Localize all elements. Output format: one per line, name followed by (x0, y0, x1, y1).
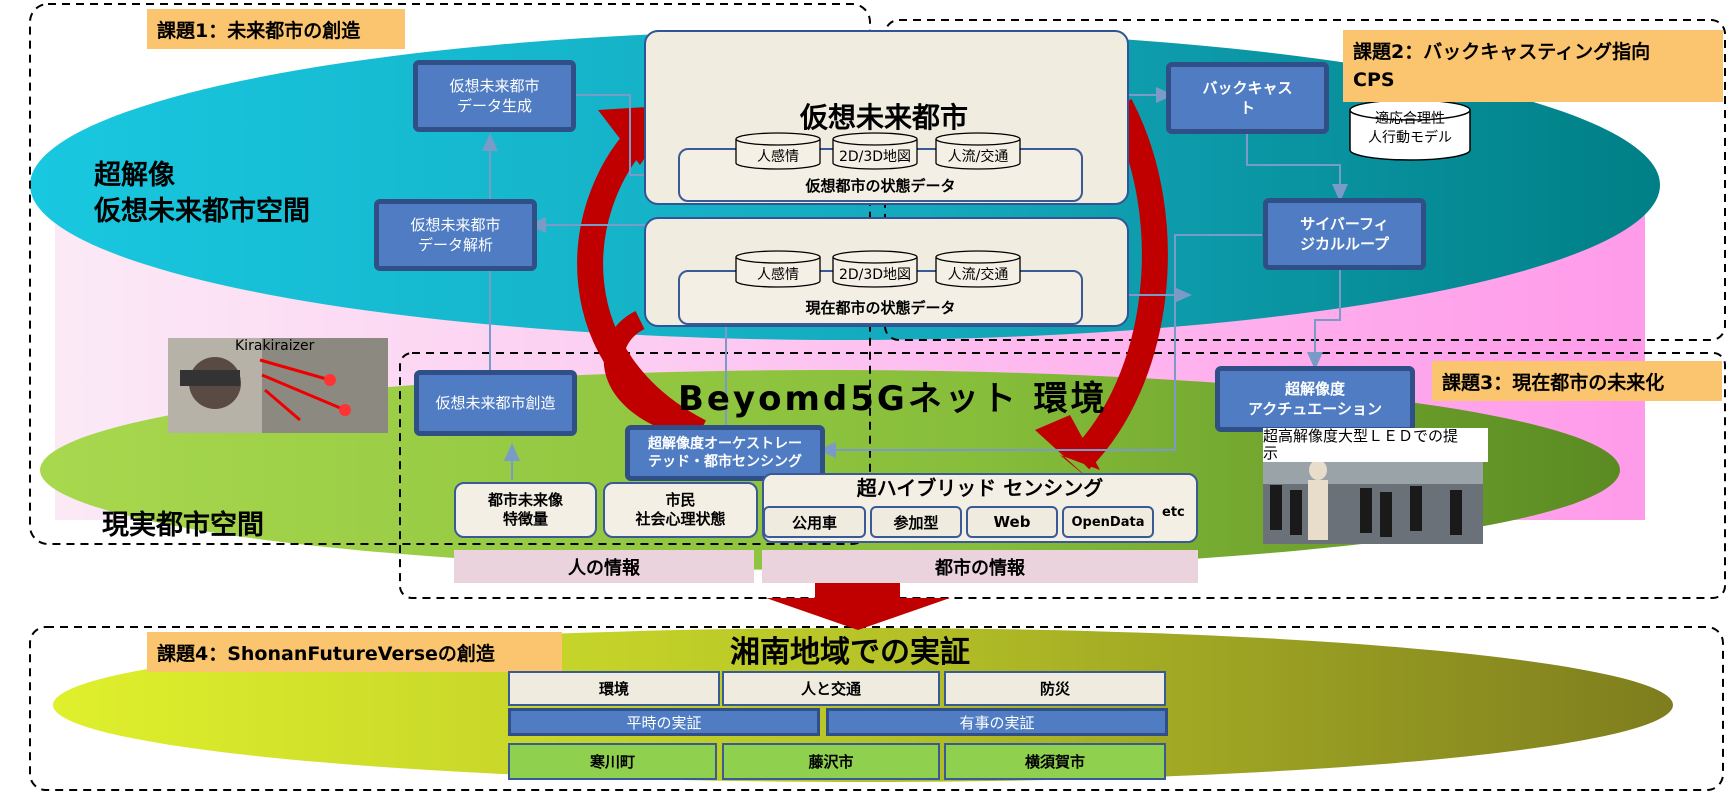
theme-people-traffic: 人と交通 (722, 671, 940, 706)
shonan-title: 湘南地域での実証 (730, 635, 970, 670)
current-db-label: 2D/3D地図 (838, 267, 912, 283)
virtual-space-label: 超解像 仮想未来都市空間 (94, 160, 310, 227)
normal-time-demo: 平時の実証 (508, 708, 820, 736)
sensing-item-opendata: OpenData (1062, 506, 1154, 538)
virtual-db-label: 2D/3D地図 (838, 149, 912, 165)
actuation-box: 超解像度 アクチュエーション (1215, 366, 1415, 432)
virtual-db-0: 人感情 (735, 132, 821, 170)
virtual-db-1: 2D/3D地図 (832, 132, 918, 170)
people-info-bar: 人の情報 (454, 550, 754, 583)
town-samukawa: 寒川町 (508, 743, 717, 780)
current-db-2: 人流/交通 (935, 250, 1021, 288)
kirakiraizer-label: Kirakiraizer (235, 338, 315, 354)
virtual-db-label: 人感情 (757, 149, 799, 165)
city-info-bar: 都市の情報 (762, 550, 1198, 583)
town-fujisawa: 藤沢市 (722, 743, 940, 780)
virtual-state-label: 仮想都市の状態データ (805, 176, 956, 195)
backcast-box: バックキャス ト (1166, 62, 1329, 134)
current-db-label: 人流/交通 (947, 267, 1009, 283)
real-space-label: 現実都市空間 (102, 510, 264, 541)
task2-title: 課題2：バックキャスティング指向 CPS (1343, 30, 1723, 102)
down-arrow (766, 577, 950, 630)
task4-title: 課題4：ShonanFutureVerseの創造 (147, 632, 562, 672)
sensing-item-web: Web (966, 506, 1058, 538)
cyber-physical-loop-box: サイバーフィ ジカルループ (1263, 198, 1426, 270)
theme-environment: 環境 (508, 671, 720, 706)
model-db-label: 適応合理性 人行動モデル (1368, 111, 1452, 146)
data-analysis-box: 仮想未来都市 データ解析 (374, 199, 537, 271)
virtual-db-label: 人流/交通 (947, 149, 1009, 165)
virtual-city-title: 仮想未来都市 (800, 101, 969, 134)
current-db-label: 人感情 (757, 267, 799, 283)
led-caption: 超高解像度大型ＬＥＤでの提 示 (1263, 428, 1488, 462)
town-yokosuka: 横須賀市 (944, 743, 1166, 780)
task1-title: 課題1：未来都市の創造 (147, 9, 405, 49)
citizens-box: 市民 社会心理状態 (603, 482, 758, 538)
current-db-0: 人感情 (735, 250, 821, 288)
virtual-db-2: 人流/交通 (935, 132, 1021, 170)
task3-title: 課題3：現在都市の未来化 (1432, 361, 1722, 401)
theme-disaster: 防災 (944, 671, 1166, 706)
data-generation-box: 仮想未来都市 データ生成 (413, 60, 576, 132)
features-box: 都市未来像 特徴量 (454, 482, 597, 538)
current-state-label: 現在都市の状態データ (805, 299, 956, 317)
sensing-etc: etc (1162, 505, 1185, 520)
emergency-demo: 有事の実証 (826, 708, 1168, 736)
hybrid-sensing-title: 超ハイブリッド センシング (856, 476, 1104, 500)
city-creation-box: 仮想未来都市創造 (414, 370, 577, 436)
sensing-item-participatory: 参加型 (870, 506, 962, 538)
sensing-item-official-car: 公用車 (763, 506, 866, 538)
network-label: Beyomd5Gネット 環境 (678, 379, 1108, 419)
current-db-1: 2D/3D地図 (832, 250, 918, 288)
